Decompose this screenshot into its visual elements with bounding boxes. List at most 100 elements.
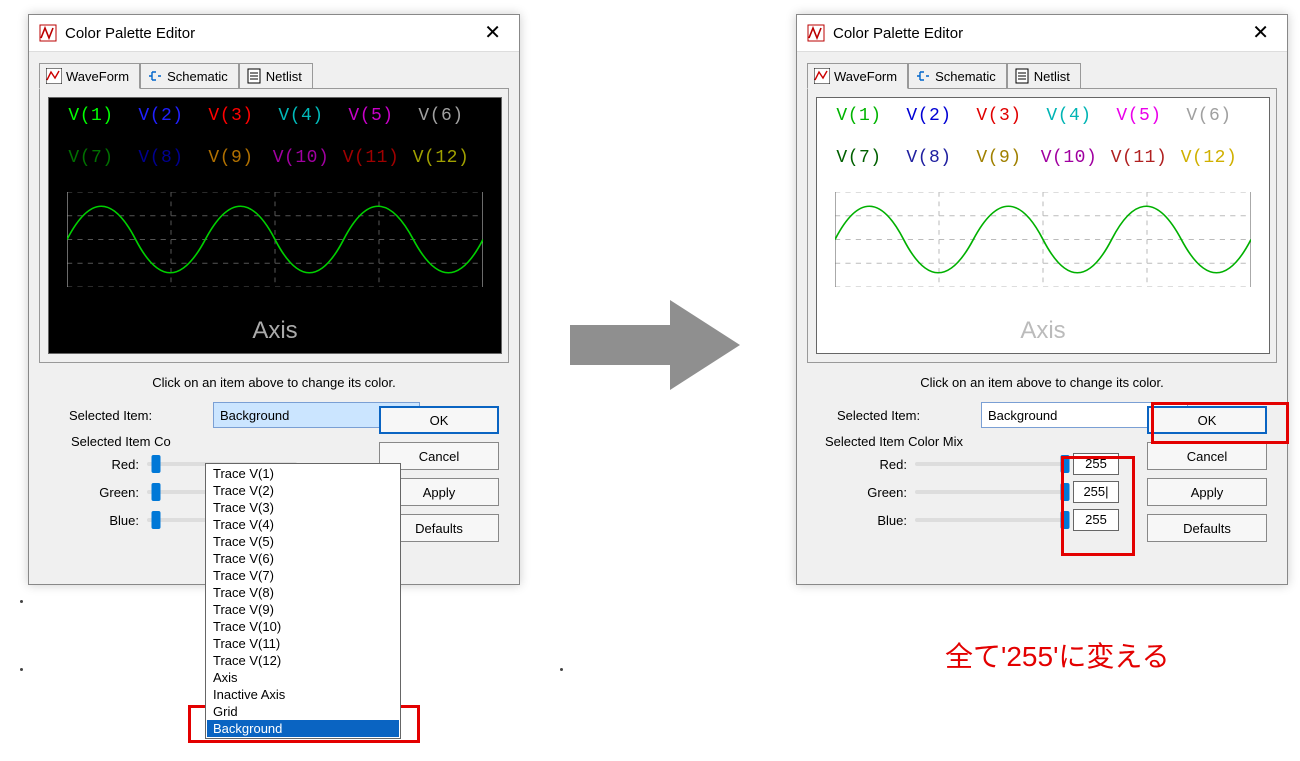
right-dialog: Color Palette Editor ✕ WaveForm Schemati… [796,14,1288,585]
tabs: WaveForm Schematic Netlist [797,52,1287,88]
ok-button[interactable]: OK [1147,406,1267,434]
trace-V11[interactable]: V(11) [1107,148,1171,168]
dropdown-item[interactable]: Trace V(1) [207,465,399,482]
dropdown-item[interactable]: Trace V(9) [207,601,399,618]
trace-V12[interactable]: V(12) [1177,148,1241,168]
waveform-icon [46,68,62,84]
left-dialog: Color Palette Editor ✕ WaveForm Schemati… [28,14,520,585]
tab-waveform[interactable]: WaveForm [807,63,908,89]
red-value[interactable]: 255 [1073,453,1119,475]
tab-netlist[interactable]: Netlist [1007,63,1081,89]
sine-preview [835,192,1251,287]
dropdown-item[interactable]: Trace V(3) [207,499,399,516]
titlebar: Color Palette Editor ✕ [797,15,1287,52]
blue-track[interactable] [915,509,1065,531]
tab-schematic[interactable]: Schematic [908,63,1007,89]
hint-text: Click on an item above to change its col… [797,363,1287,398]
tab-schematic[interactable]: Schematic [140,63,239,89]
dropdown-item[interactable]: Trace V(6) [207,550,399,567]
selected-item-label: Selected Item: [837,408,977,423]
tab-label: WaveForm [66,69,129,84]
hint-text: Click on an item above to change its col… [29,363,519,398]
blue-value[interactable]: 255 [1073,509,1119,531]
tab-label: Netlist [266,69,302,84]
red-label: Red: [49,457,147,472]
slider-green[interactable]: Green: 255| [817,479,1137,505]
trace-V1[interactable]: V(1) [59,106,123,126]
axis-label[interactable]: Axis [49,317,501,345]
decorative-dot [20,600,23,603]
trace-V11[interactable]: V(11) [339,148,403,168]
trace-V12[interactable]: V(12) [409,148,473,168]
dropdown-item[interactable]: Grid [207,703,399,720]
combo-value: Background [988,408,1057,423]
titlebar: Color Palette Editor ✕ [29,15,519,52]
slider-red[interactable]: Red: 255 [817,451,1137,477]
trace-V9[interactable]: V(9) [199,148,263,168]
trace-V7[interactable]: V(7) [59,148,123,168]
selected-item-dropdown[interactable]: Trace V(1)Trace V(2)Trace V(3)Trace V(4)… [205,463,401,739]
arrow-icon [570,295,740,395]
red-label: Red: [817,457,915,472]
ok-button[interactable]: OK [379,406,499,434]
dropdown-item[interactable]: Trace V(7) [207,567,399,584]
dropdown-item[interactable]: Trace V(10) [207,618,399,635]
trace-V9[interactable]: V(9) [967,148,1031,168]
trace-V7[interactable]: V(7) [827,148,891,168]
axis-label[interactable]: Axis [817,317,1269,345]
dropdown-item[interactable]: Trace V(8) [207,584,399,601]
trace-V6[interactable]: V(6) [1177,106,1241,126]
dropdown-item[interactable]: Axis [207,669,399,686]
cancel-button[interactable]: Cancel [1147,442,1267,470]
dropdown-item[interactable]: Inactive Axis [207,686,399,703]
trace-V5[interactable]: V(5) [339,106,403,126]
caption-jp: 全て'255'に変える [945,635,1170,675]
preview-dark[interactable]: V(1) V(2) V(3) V(4) V(5) V(6) V(7) V(8) V(9) V(1… [48,97,502,354]
blue-label: Blue: [817,513,915,528]
preview-light[interactable]: V(1) V(2) V(3) V(4) V(5) V(6) V(7) V(8) V(9) V(1… [816,97,1270,354]
schematic-icon [915,68,931,84]
green-track[interactable] [915,481,1065,503]
netlist-icon [246,68,262,84]
green-label: Green: [49,485,147,500]
trace-V10[interactable]: V(10) [269,148,333,168]
waveform-icon [814,68,830,84]
trace-V4[interactable]: V(4) [269,106,333,126]
dropdown-item[interactable]: Trace V(4) [207,516,399,533]
tab-netlist[interactable]: Netlist [239,63,313,89]
dropdown-item[interactable]: Trace V(12) [207,652,399,669]
trace-V3[interactable]: V(3) [967,106,1031,126]
tab-waveform[interactable]: WaveForm [39,63,140,89]
dialog-title: Color Palette Editor [833,25,963,42]
trace-V2[interactable]: V(2) [129,106,193,126]
trace-V10[interactable]: V(10) [1037,148,1101,168]
decorative-dot [560,668,563,671]
dialog-title: Color Palette Editor [65,25,195,42]
dropdown-item[interactable]: Trace V(5) [207,533,399,550]
netlist-icon [1014,68,1030,84]
dropdown-item[interactable]: Background [207,720,399,737]
green-value[interactable]: 255| [1073,481,1119,503]
green-label: Green: [817,485,915,500]
red-track[interactable] [915,453,1065,475]
defaults-button[interactable]: Defaults [1147,514,1267,542]
trace-V8[interactable]: V(8) [897,148,961,168]
dropdown-item[interactable]: Trace V(11) [207,635,399,652]
trace-V4[interactable]: V(4) [1037,106,1101,126]
apply-button[interactable]: Apply [1147,478,1267,506]
close-button[interactable]: ✕ [1242,21,1279,45]
tab-label: Schematic [935,69,996,84]
trace-V1[interactable]: V(1) [827,106,891,126]
trace-V6[interactable]: V(6) [409,106,473,126]
dropdown-item[interactable]: Trace V(2) [207,482,399,499]
trace-V2[interactable]: V(2) [897,106,961,126]
selected-item-label: Selected Item: [69,408,209,423]
trace-V5[interactable]: V(5) [1107,106,1171,126]
app-icon [807,24,825,42]
combo-value: Background [220,408,289,423]
slider-blue[interactable]: Blue: 255 [817,507,1137,533]
close-button[interactable]: ✕ [474,21,511,45]
tab-label: Schematic [167,69,228,84]
trace-V8[interactable]: V(8) [129,148,193,168]
trace-V3[interactable]: V(3) [199,106,263,126]
